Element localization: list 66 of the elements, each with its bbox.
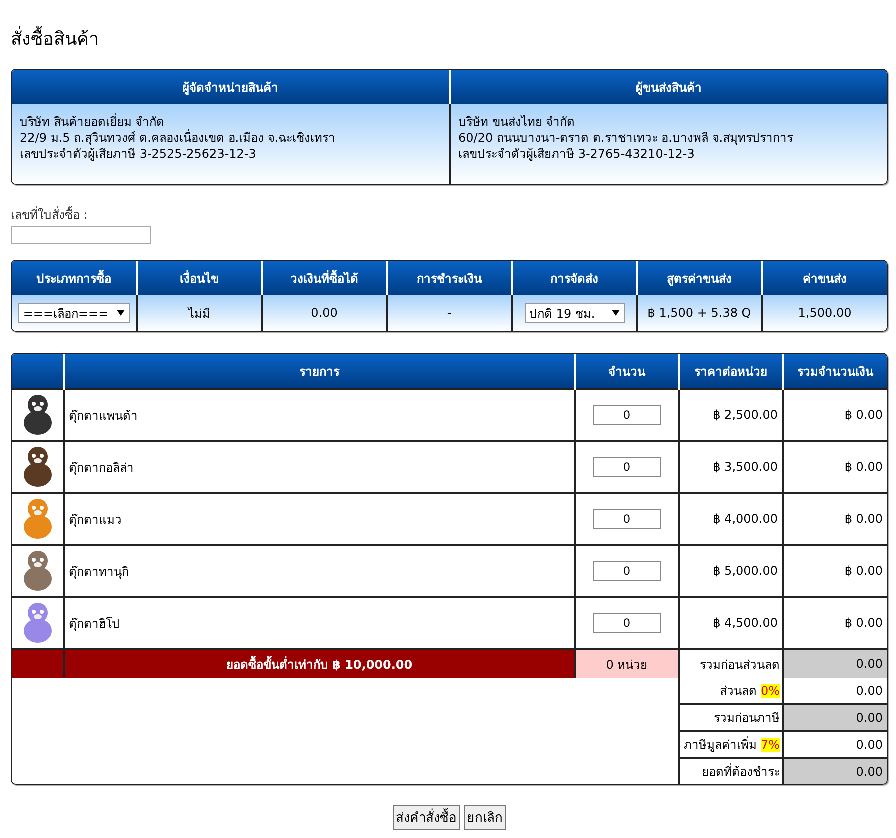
product-name: ตุ๊กตาแพนด้า <box>69 408 138 422</box>
order-number-field[interactable] <box>11 226 151 244</box>
quantity-field[interactable]: 0 <box>593 405 661 425</box>
table-cell: 1,500.00 <box>798 306 852 320</box>
summary-value: 0.00 <box>783 704 887 731</box>
column-header: ผู้จัดจำหน่ายสินค้า <box>12 70 450 104</box>
address-line: บริษัท ขนส่งไทย จำกัด <box>458 114 576 130</box>
summary-label: ส่วนลด 0% <box>720 684 780 698</box>
table-cell: - <box>447 306 452 320</box>
quantity-field[interactable]: 0 <box>593 613 661 633</box>
table-cell: 0.00 <box>311 306 338 320</box>
summary-value: 0.00 <box>783 678 887 704</box>
dropdown[interactable]: ===เลือก=== <box>18 303 130 323</box>
line-total: ฿ 0.00 <box>844 460 883 474</box>
column-header: ผู้ขนส่งสินค้า <box>450 70 887 104</box>
summary-label: รวมก่อนภาษี <box>714 711 780 725</box>
column-header: เงื่อนไข <box>137 261 262 295</box>
quantity-field[interactable]: 0 <box>593 561 661 581</box>
unit-count: 0 หน่วย <box>575 649 679 678</box>
column-header: วงเงินที่ซื้อได้ <box>262 261 387 295</box>
summary-value: 0.00 <box>783 731 887 758</box>
minimum-banner <box>12 649 64 678</box>
column-header: รายการ <box>64 354 575 389</box>
product-name: ตุ๊กตาทานุกิ <box>69 564 129 578</box>
address-line: บริษัท สินค้ายอดเยี่ยม จำกัด <box>20 114 166 130</box>
dropdown-caret-icon <box>612 310 620 316</box>
quantity-field[interactable]: 0 <box>593 457 661 477</box>
unit-price: ฿ 5,000.00 <box>713 564 778 578</box>
column-header: การจัดส่ง <box>512 261 637 295</box>
submit-order-button[interactable]: ส่งคำสั่งซื้อ <box>393 805 460 830</box>
order-number-label: เลขที่ใบสั่งซื้อ : <box>11 205 89 224</box>
line-total: ฿ 0.00 <box>844 564 883 578</box>
summary-value: 0.00 <box>783 758 887 784</box>
table-cell: ไม่มี <box>188 306 210 320</box>
line-total: ฿ 0.00 <box>844 408 883 422</box>
line-total: ฿ 0.00 <box>844 616 883 630</box>
line-total: ฿ 0.00 <box>844 512 883 526</box>
quantity-field[interactable]: 0 <box>593 509 661 529</box>
summary-label: ยอดที่ต้องชำระ <box>702 765 780 779</box>
column-header: รวมจำนวนเงิน <box>783 354 887 389</box>
column-header: ราคาต่อหน่วย <box>679 354 783 389</box>
unit-price: ฿ 3,500.00 <box>713 460 778 474</box>
column-header: ประเภทการซื้อ <box>12 261 137 295</box>
unit-price: ฿ 2,500.00 <box>713 408 778 422</box>
address-line: 60/20 ถนนบางนา-ตราด ต.ราชาเทวะ อ.บางพลี จ.สมุทรปราการ <box>458 130 794 146</box>
column-header: การชำระเงิน <box>387 261 512 295</box>
column-header: สูตรค่าขนส่ง <box>637 261 762 295</box>
column-header: จำนวน <box>575 354 679 389</box>
product-name: ตุ๊กตาแมว <box>69 512 122 526</box>
summary-label: รวมก่อนส่วนลด <box>700 658 780 672</box>
cancel-button[interactable]: ยกเลิก <box>464 805 506 830</box>
table-cell: ฿ 1,500 + 5.38 Q <box>648 306 752 320</box>
minimum-purchase-text: ยอดซื้อขั้นต่ำเท่ากับ ฿ 10,000.00 <box>64 649 575 678</box>
summary-value: 0.00 <box>783 649 887 678</box>
address-line: เลขประจำตัวผู้เสียภาษี 3-2765-43210-12-3 <box>458 146 696 162</box>
product-name: ตุ๊กตาฮิโป <box>69 616 120 630</box>
unit-price: ฿ 4,500.00 <box>713 616 778 630</box>
address-line: เลขประจำตัวผู้เสียภาษี 3-2525-25623-12-3 <box>20 146 258 162</box>
dropdown-caret-icon <box>116 310 125 316</box>
page-title: สั่งซื้อสินค้า <box>11 24 888 53</box>
address-line: 22/9 ม.5 ถ.สุวินทวงศ์ ต.คลองเนื่องเขต อ.เมือง จ.ฉะเชิงเทรา <box>20 130 337 146</box>
column-header: ค่าขนส่ง <box>762 261 887 295</box>
summary-label: ภาษีมูลค่าเพิ่ม 7% <box>684 738 780 752</box>
unit-price: ฿ 4,000.00 <box>713 512 778 526</box>
dropdown[interactable]: ปกติ 19 ชม. <box>524 303 624 323</box>
product-name: ตุ๊กตากอลิล่า <box>69 460 134 474</box>
